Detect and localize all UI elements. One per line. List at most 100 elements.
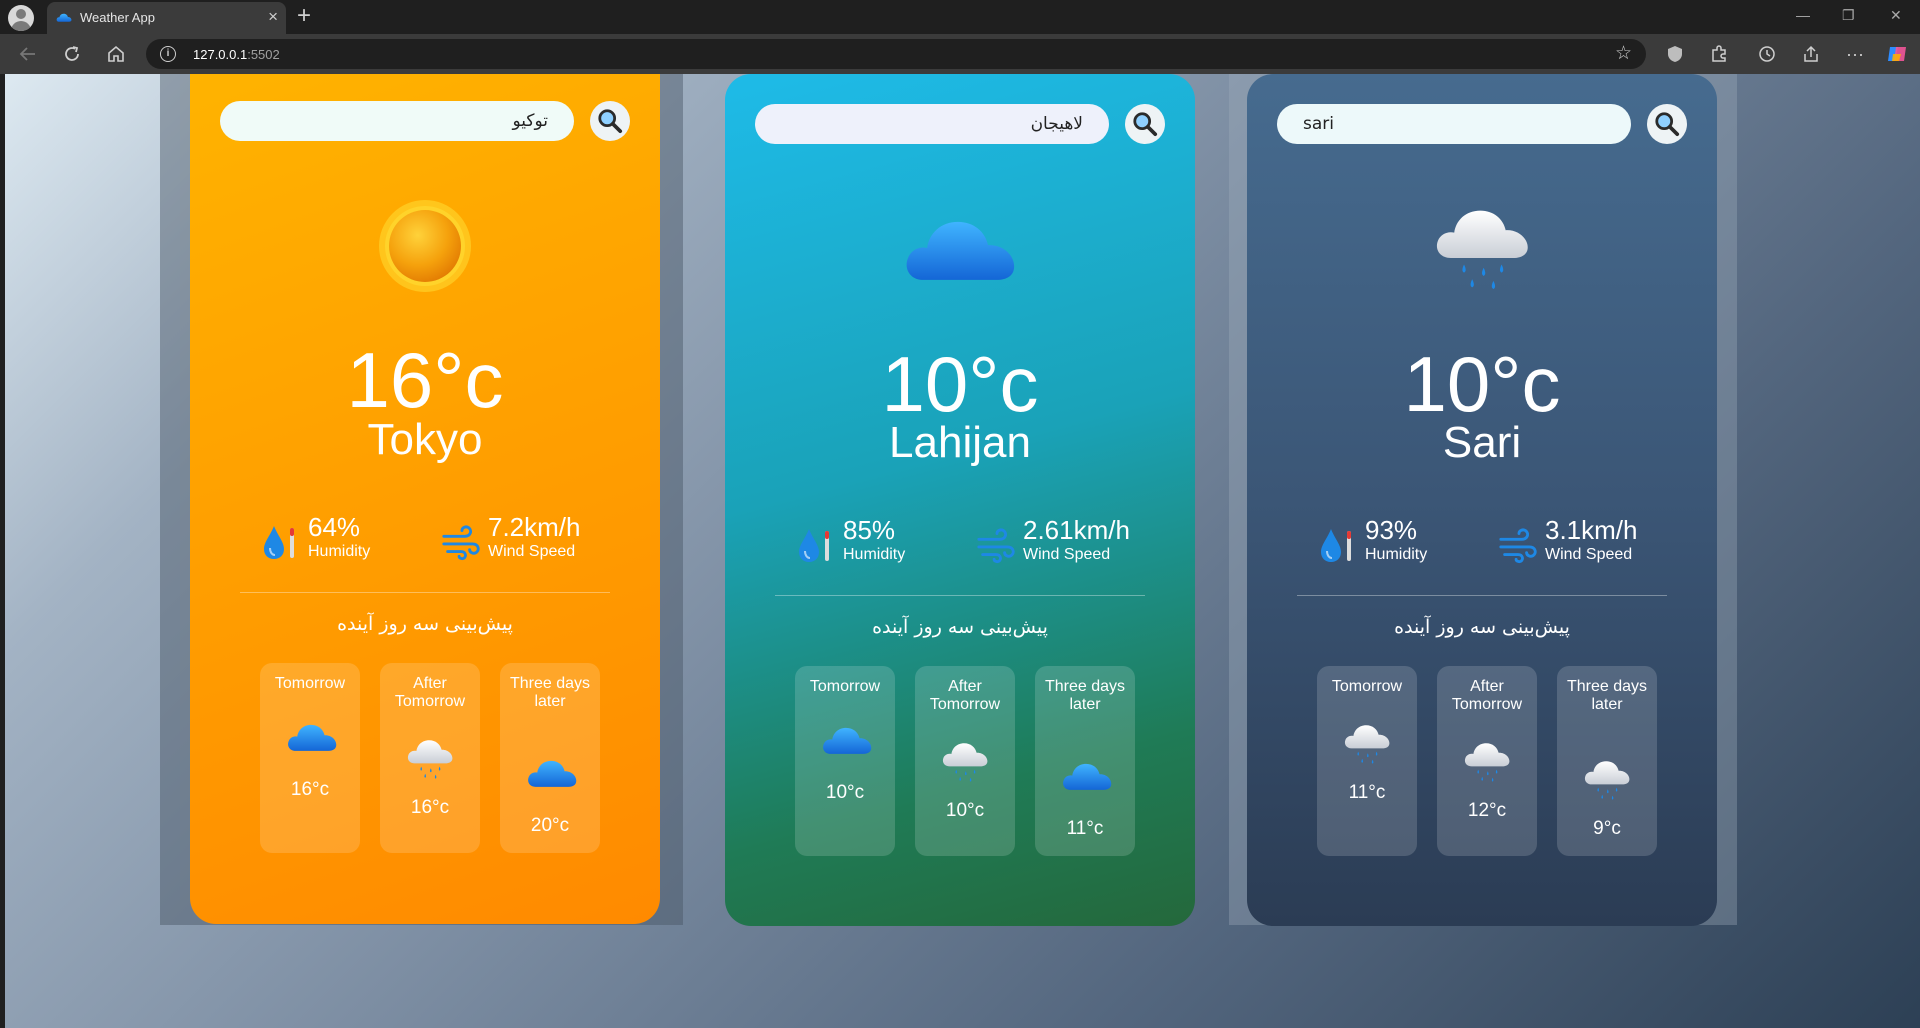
humidity-label: Humidity — [843, 546, 906, 563]
browser-tab-bar: Weather App × + — ❐ ✕ — [0, 0, 1920, 34]
copilot-icon[interactable] — [1882, 34, 1912, 74]
forecast-title: پیش‌بینی سه روز آینده — [337, 613, 513, 635]
divider — [1297, 595, 1667, 596]
forecast-day: Tomorrow — [274, 675, 346, 692]
cloud-icon — [821, 722, 873, 758]
cloud-icon — [902, 210, 1018, 288]
wind-icon — [440, 522, 482, 562]
search-icon — [597, 108, 623, 134]
extensions-icon[interactable] — [1704, 34, 1734, 74]
browser-tab[interactable]: Weather App × — [47, 2, 286, 34]
forecast-temp: 9°c — [1593, 818, 1621, 839]
search-button[interactable] — [1125, 104, 1165, 144]
forecast-day: After Tomorrow — [929, 678, 1001, 713]
current-temperature: 10°c — [881, 340, 1039, 428]
city-name: Lahijan — [889, 418, 1031, 467]
ellipsis-icon: ··· — [1846, 43, 1864, 64]
wind-label: Wind Speed — [488, 543, 576, 560]
forecast-temp: 16°c — [290, 779, 330, 800]
city-name: Sari — [1442, 418, 1522, 467]
new-tab-button[interactable]: + — [297, 3, 311, 29]
rain-cloud-icon — [941, 740, 989, 784]
forecast-card: Three days later 9°c — [1557, 666, 1657, 856]
forecast-day: After Tomorrow — [1451, 678, 1523, 713]
forecast-card: After Tomorrow 12°c — [1437, 666, 1537, 856]
share-icon[interactable] — [1796, 34, 1826, 74]
rain-cloud-icon — [1583, 758, 1631, 802]
page-viewport: 16°c Tokyo 64% Humidity 7.2km/h Wind Spe… — [5, 74, 1920, 1028]
humidity-icon — [795, 525, 835, 565]
wind-value: 2.61km/h — [1023, 515, 1130, 545]
wind-value: 7.2km/h — [488, 512, 581, 542]
current-temperature: 16°c — [346, 336, 504, 424]
url-text: 127.0.0.1:5502 — [193, 47, 280, 62]
shield-icon[interactable] — [1660, 34, 1690, 74]
city-search-input[interactable] — [220, 101, 574, 141]
humidity-label: Humidity — [1365, 546, 1428, 563]
forecast-card: Three days later 20°c — [500, 663, 600, 853]
shield-glyph — [1668, 46, 1682, 62]
url-port: :5502 — [247, 47, 280, 62]
site-info-icon[interactable]: i — [160, 46, 176, 62]
forecast-temp: 10°c — [945, 800, 985, 821]
city-search-input[interactable] — [1277, 104, 1631, 144]
forecast-temp: 20°c — [530, 815, 570, 836]
weather-card-tokyo: 16°c Tokyo 64% Humidity 7.2km/h Wind Spe… — [190, 74, 660, 924]
wind-icon — [1497, 525, 1539, 565]
forecast-card: After Tomorrow 16°c — [380, 663, 480, 853]
weather-card-lahijan: 10°c Lahijan 85% Humidity 2.61km/h Wind … — [725, 74, 1195, 926]
search-icon — [1654, 111, 1680, 137]
wind-label: Wind Speed — [1023, 546, 1111, 563]
search-button[interactable] — [590, 101, 630, 141]
city-search-input[interactable] — [755, 104, 1109, 144]
sun-icon — [379, 200, 471, 292]
favorite-star-icon[interactable]: ☆ — [1615, 42, 1632, 65]
forecast-card: Tomorrow 16°c — [260, 663, 360, 853]
clock-icon — [1759, 46, 1775, 62]
history-icon[interactable] — [1752, 34, 1782, 74]
wind-icon — [975, 525, 1017, 565]
share-arrow-icon — [1804, 45, 1818, 62]
forecast-temp: 11°c — [1066, 818, 1104, 839]
rain-cloud-icon — [1343, 722, 1391, 766]
window-minimize-button[interactable]: — — [1796, 7, 1810, 23]
humidity-value: 93% — [1365, 515, 1418, 545]
back-arrow-icon — [19, 47, 35, 61]
address-bar[interactable]: i 127.0.0.1:5502 ☆ — [146, 39, 1646, 69]
forecast-day: After Tomorrow — [394, 675, 466, 710]
more-options-icon[interactable]: ··· — [1840, 34, 1870, 74]
home-button[interactable] — [100, 34, 132, 74]
window-restore-button[interactable]: ❐ — [1842, 7, 1855, 23]
back-button[interactable] — [12, 34, 44, 74]
weather-card-sari: 10°c Sari 93% Humidity 3.1km/h Wind Spee… — [1247, 74, 1717, 926]
reload-icon — [65, 46, 79, 61]
humidity-value: 85% — [843, 515, 896, 545]
profile-avatar-icon[interactable] — [8, 5, 34, 31]
forecast-card: Tomorrow 11°c — [1317, 666, 1417, 856]
wind-value: 3.1km/h — [1545, 515, 1638, 545]
tab-close-icon[interactable]: × — [268, 8, 278, 26]
cloud-icon — [1061, 758, 1113, 794]
forecast-temp: 12°c — [1467, 800, 1507, 821]
window-close-button[interactable]: ✕ — [1890, 7, 1902, 23]
forecast-temp: 11°c — [1348, 782, 1386, 803]
forecast-day: Tomorrow — [1331, 678, 1403, 695]
tab-title: Weather App — [80, 10, 155, 25]
search-icon — [1132, 111, 1158, 137]
rain-cloud-icon — [1463, 740, 1511, 784]
search-button[interactable] — [1647, 104, 1687, 144]
forecast-day: Three days later — [1044, 678, 1126, 713]
forecast-card: After Tomorrow 10°c — [915, 666, 1015, 856]
forecast-day: Tomorrow — [809, 678, 881, 695]
cloud-icon — [526, 755, 578, 791]
url-host: 127.0.0.1 — [193, 47, 248, 62]
puzzle-icon — [1712, 45, 1726, 62]
reload-button[interactable] — [56, 34, 88, 74]
divider — [240, 592, 610, 593]
wind-label: Wind Speed — [1545, 546, 1633, 563]
humidity-icon — [260, 522, 300, 562]
humidity-icon — [1317, 525, 1357, 565]
forecast-card: Tomorrow 10°c — [795, 666, 895, 856]
humidity-label: Humidity — [308, 543, 371, 560]
forecast-day: Three days later — [509, 675, 591, 710]
